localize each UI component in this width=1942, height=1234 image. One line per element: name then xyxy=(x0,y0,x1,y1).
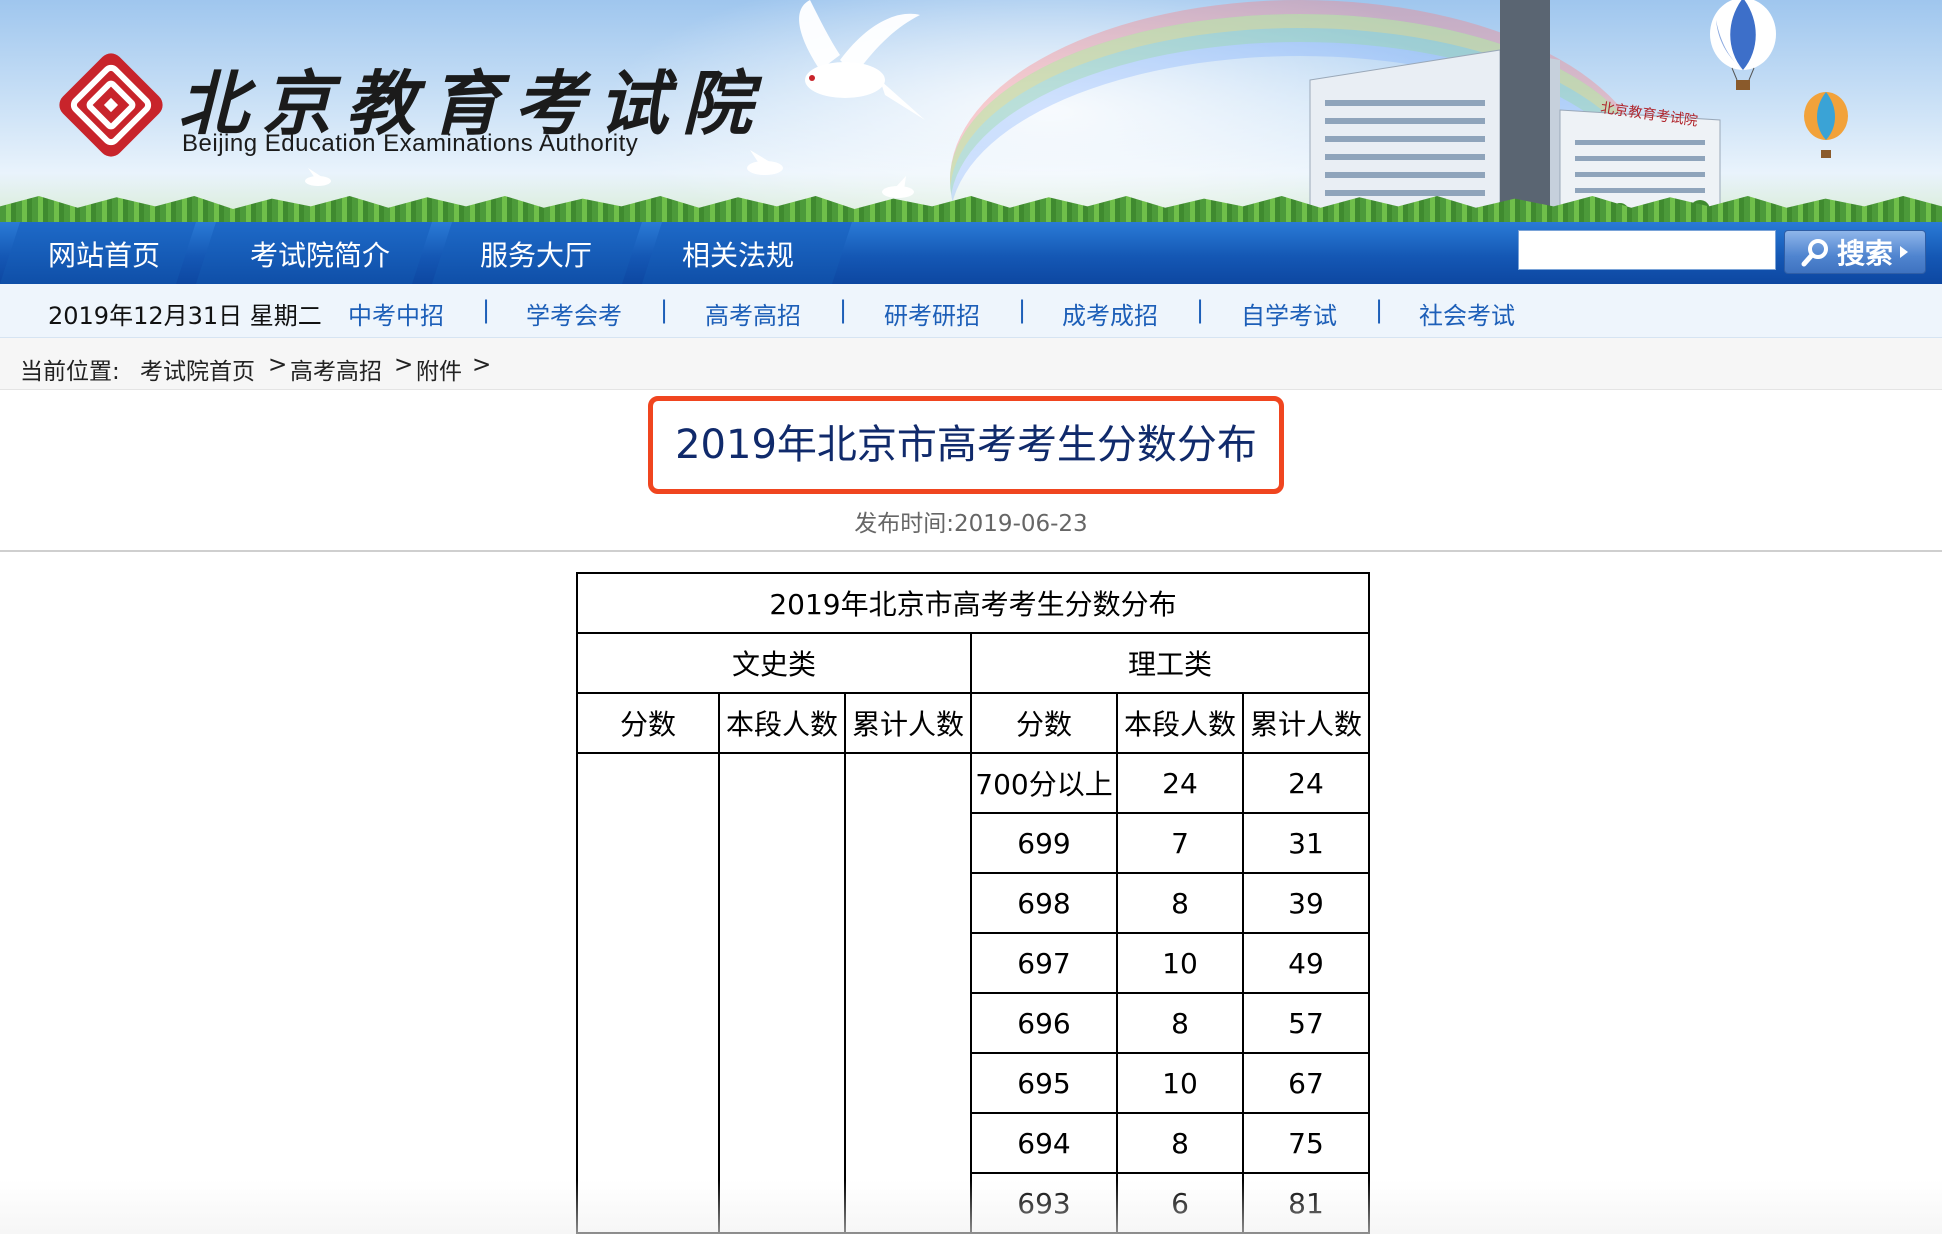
science-count: 24 xyxy=(1116,752,1244,814)
subnav-separator: | xyxy=(482,296,491,324)
science-count: 10 xyxy=(1116,932,1244,994)
site-banner: 北京教育考试院 Beijing Education Examinations A… xyxy=(0,0,1942,222)
hot-air-balloon-icon xyxy=(1804,92,1848,158)
table-header-row: 分数 本段人数 累计人数 分数 本段人数 累计人数 xyxy=(576,692,1370,754)
science-cumulative: 24 xyxy=(1242,752,1370,814)
science-count: 10 xyxy=(1116,1052,1244,1114)
current-date: 2019年12月31日 星期二 xyxy=(48,302,322,330)
column-header-cumulative: 累计人数 xyxy=(1242,692,1370,754)
science-score: 700分以上 xyxy=(970,752,1118,814)
nav-item-regulations[interactable]: 相关法规 xyxy=(682,234,794,274)
search-icon xyxy=(1801,239,1828,267)
logo-subtitle: Beijing Education Examinations Authority xyxy=(182,130,639,157)
search-button-label: 搜索 xyxy=(1836,237,1893,270)
column-header-score: 分数 xyxy=(970,692,1118,754)
science-cumulative: 67 xyxy=(1242,1052,1370,1114)
subnav-link-shehui[interactable]: 社会考试 xyxy=(1419,296,1515,331)
humanities-cumulative-cell xyxy=(844,752,972,1234)
column-header-count: 本段人数 xyxy=(1116,692,1244,754)
science-score: 698 xyxy=(970,872,1118,934)
nav-item-home[interactable]: 网站首页 xyxy=(48,234,160,274)
subnav-separator: | xyxy=(1196,296,1205,324)
science-cumulative: 39 xyxy=(1242,872,1370,934)
humanities-count-cell xyxy=(718,752,846,1234)
publish-time: 发布时间:2019-06-23 xyxy=(854,511,1088,537)
subnav-separator: | xyxy=(1018,296,1027,324)
logo-icon xyxy=(59,53,163,157)
subnav-separator: | xyxy=(660,296,669,324)
page-title: 2019年北京市高考考生分数分布 xyxy=(675,422,1257,468)
breadcrumb-separator: > xyxy=(394,352,414,378)
group-science: 理工类 xyxy=(970,632,1370,694)
small-dove-icon xyxy=(747,150,783,175)
science-count: 8 xyxy=(1116,1112,1244,1174)
science-count: 8 xyxy=(1116,872,1244,934)
building-illustration: 北京教育考试院 xyxy=(1309,0,1721,222)
divider xyxy=(0,550,1942,552)
column-header-score: 分数 xyxy=(576,692,720,754)
nav-item-about[interactable]: 考试院简介 xyxy=(250,234,390,274)
subnav-link-yankao[interactable]: 研考研招 xyxy=(884,296,980,331)
subnav-link-xuekao[interactable]: 学考会考 xyxy=(526,296,622,331)
science-score: 697 xyxy=(970,932,1118,994)
group-humanities: 文史类 xyxy=(576,632,972,694)
breadcrumb-separator: > xyxy=(268,352,288,378)
subnav-separator: | xyxy=(839,296,848,324)
table-group-row: 文史类 理工类 xyxy=(576,632,1370,694)
column-header-count: 本段人数 xyxy=(718,692,846,754)
nav-item-service-hall[interactable]: 服务大厅 xyxy=(480,234,592,274)
science-count: 7 xyxy=(1116,812,1244,874)
triangle-right-icon xyxy=(1900,246,1908,258)
score-distribution-table: 2019年北京市高考考生分数分布 文史类 理工类 分数 本段人数 累计人数 分数… xyxy=(576,572,1370,1234)
science-score: 695 xyxy=(970,1052,1118,1114)
breadcrumb-item-attachment[interactable]: 附件 xyxy=(416,352,462,386)
breadcrumb-prefix: 当前位置: xyxy=(20,359,120,385)
subnav-link-gaokao[interactable]: 高考高招 xyxy=(705,296,801,331)
subnav-link-zixue[interactable]: 自学考试 xyxy=(1241,296,1337,331)
search-input[interactable] xyxy=(1518,230,1776,270)
table-caption: 2019年北京市高考考生分数分布 xyxy=(576,572,1370,634)
breadcrumb-item-home[interactable]: 考试院首页 xyxy=(140,352,255,386)
humanities-score-cell xyxy=(576,752,720,1234)
breadcrumb-item-gaokao[interactable]: 高考高招 xyxy=(290,352,382,386)
bottom-fade xyxy=(0,1180,1942,1234)
table-row: 700分以上 24 24 xyxy=(576,752,1370,1234)
breadcrumb-separator: > xyxy=(472,352,492,378)
science-score: 699 xyxy=(970,812,1118,874)
hot-air-balloon-icon xyxy=(1710,0,1776,90)
subnav-link-zhongkao[interactable]: 中考中招 xyxy=(348,296,444,331)
science-cumulative: 57 xyxy=(1242,992,1370,1054)
column-header-cumulative: 累计人数 xyxy=(844,692,972,754)
search-button[interactable]: 搜索 xyxy=(1784,230,1926,274)
dove-icon xyxy=(799,0,925,120)
subnav-link-chengkao[interactable]: 成考成招 xyxy=(1062,296,1158,331)
small-dove-icon xyxy=(305,168,331,186)
science-cumulative: 49 xyxy=(1242,932,1370,994)
breadcrumb: 当前位置: 考试院首页 > 高考高招 > 附件 > xyxy=(0,338,1942,390)
science-score: 696 xyxy=(970,992,1118,1054)
science-cumulative: 31 xyxy=(1242,812,1370,874)
subnav-separator: | xyxy=(1375,296,1384,324)
science-score: 694 xyxy=(970,1112,1118,1174)
table-caption-row: 2019年北京市高考考生分数分布 xyxy=(576,572,1370,634)
science-count: 8 xyxy=(1116,992,1244,1054)
science-cumulative: 75 xyxy=(1242,1112,1370,1174)
sub-nav: 2019年12月31日 星期二 中考中招 | 学考会考 | 高考高招 | 研考研… xyxy=(0,284,1942,338)
